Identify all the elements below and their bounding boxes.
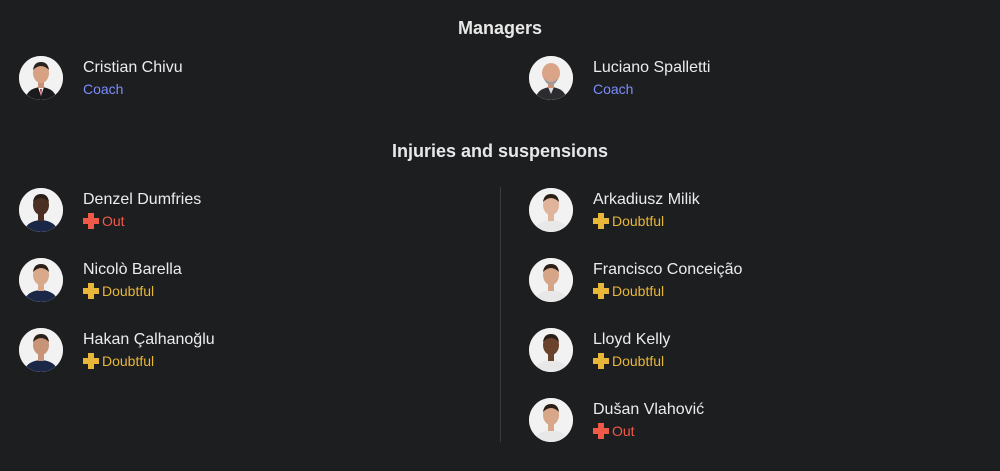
injury-cross-icon <box>593 353 609 369</box>
injury-row[interactable]: Hakan Çalhanoğlu Doubtful <box>19 328 215 372</box>
injury-row[interactable]: Nicolò Barella Doubtful <box>19 258 182 302</box>
player-avatar <box>19 188 63 232</box>
injury-cross-icon <box>593 423 609 439</box>
player-avatar <box>19 258 63 302</box>
injury-status-label: Doubtful <box>102 282 155 299</box>
injury-status: Doubtful <box>83 282 182 301</box>
player-name: Francisco Conceição <box>593 260 743 278</box>
managers-title: Managers <box>457 18 543 38</box>
injuries-title: Injuries and suspensions <box>391 141 609 161</box>
injury-status: Doubtful <box>593 282 742 301</box>
injury-status-label: Out <box>612 422 635 439</box>
manager-away-role: Coach <box>593 80 634 97</box>
column-divider <box>500 187 501 442</box>
injury-cross-icon <box>593 213 609 229</box>
manager-away-name: Luciano Spalletti <box>593 58 711 76</box>
injury-cross-icon <box>83 353 99 369</box>
injury-status-label: Out <box>102 212 125 229</box>
player-avatar <box>529 328 573 372</box>
injury-row[interactable]: Arkadiusz Milik Doubtful <box>529 188 700 232</box>
manager-away-avatar <box>529 56 573 100</box>
injury-status-label: Doubtful <box>612 352 665 369</box>
player-avatar <box>529 258 573 302</box>
injury-status-label: Doubtful <box>612 212 665 229</box>
player-avatar <box>19 328 63 372</box>
manager-home-name: Cristian Chivu <box>83 58 183 76</box>
injury-status: Doubtful <box>593 352 670 371</box>
injury-cross-icon <box>83 283 99 299</box>
injury-status: Out <box>83 212 201 231</box>
injury-status: Doubtful <box>83 352 215 371</box>
injury-status-label: Doubtful <box>102 352 155 369</box>
injury-row[interactable]: Lloyd Kelly Doubtful <box>529 328 670 372</box>
player-name: Dušan Vlahović <box>593 400 705 418</box>
player-avatar <box>529 188 573 232</box>
player-name: Denzel Dumfries <box>83 190 202 208</box>
injury-row[interactable]: Dušan Vlahović Out <box>529 398 704 442</box>
injury-row[interactable]: Francisco Conceição Doubtful <box>529 258 742 302</box>
manager-home[interactable]: Cristian Chivu Coach <box>19 56 183 100</box>
injury-cross-icon <box>83 213 99 229</box>
injury-status-label: Doubtful <box>612 282 665 299</box>
injury-status: Doubtful <box>593 212 700 231</box>
player-name: Arkadiusz Milik <box>593 190 700 208</box>
manager-away[interactable]: Luciano Spalletti Coach <box>529 56 710 100</box>
injury-row[interactable]: Denzel Dumfries Out <box>19 188 201 232</box>
player-name: Hakan Çalhanoğlu <box>83 330 215 348</box>
player-avatar <box>529 398 573 442</box>
player-name: Nicolò Barella <box>83 260 182 278</box>
manager-home-avatar <box>19 56 63 100</box>
injury-cross-icon <box>593 283 609 299</box>
manager-home-role: Coach <box>83 80 124 97</box>
injury-status: Out <box>593 422 704 441</box>
player-name: Lloyd Kelly <box>593 330 671 348</box>
